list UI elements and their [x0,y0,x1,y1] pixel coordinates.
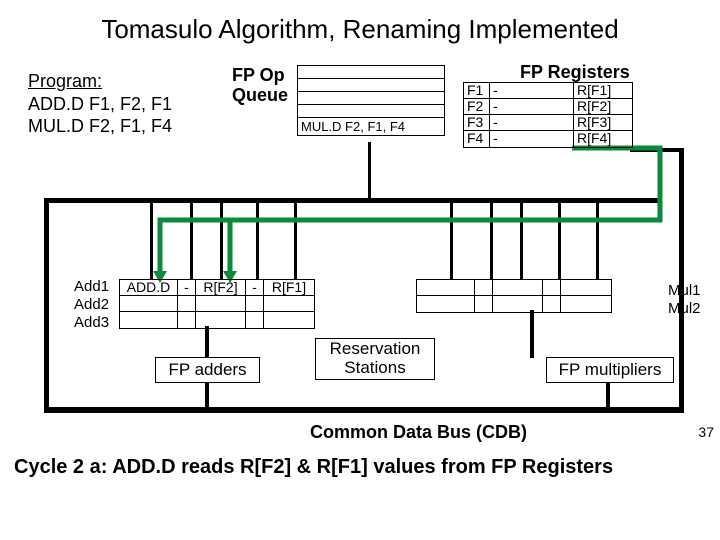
fpreg-name: F2 [464,99,490,115]
opqueue-row [298,92,444,105]
rs-val [493,296,543,312]
rs-tag [475,296,493,312]
fpreg-name: F1 [464,83,490,99]
opqueue-row [298,66,444,79]
opqueue-row [298,105,444,118]
rs-op [417,280,475,296]
rs-tag: - [178,280,196,296]
opqueue-label: FP Op Queue [232,66,288,106]
opqueue-row: MUL.D F2, F1, F4 [298,118,444,135]
cdb-label: Common Data Bus (CDB) [310,422,527,443]
fpreg-val: R[F1] [574,83,632,99]
rs-tag: - [246,280,264,296]
rs-label: Mul2 [668,300,701,318]
add-reservation-stations: ADD.D-R[F2]-R[F1] [119,279,315,329]
rs-op [120,296,178,312]
page-number: 37 [698,424,714,440]
cycle-caption: Cycle 2 a: ADD.D reads R[F2] & R[F1] val… [14,456,613,479]
rs-op [120,312,178,328]
fp-registers-table: F1-R[F1] F2-R[F2] F3-R[F3] F4-R[F4] [463,82,633,148]
rs-val [264,312,314,328]
program-header: Program: [28,70,172,93]
program-line: MUL.D F2, F1, F4 [28,115,172,138]
rs-tag [178,296,196,312]
rs-val [561,280,611,296]
slide-title: Tomasulo Algorithm, Renaming Implemented [0,0,720,55]
rs-val [264,296,314,312]
fp-adders-box: FP adders [155,357,260,383]
rs-val [561,296,611,312]
fpreg-tag: - [490,83,574,99]
fp-multipliers-box: FP multipliers [546,357,674,383]
reservation-stations-label: Reservation Stations [315,338,435,380]
rs-op: ADD.D [120,280,178,296]
fp-registers-title: FP Registers [520,62,630,83]
fp-op-queue: MUL.D F2, F1, F4 [297,65,445,136]
mul-reservation-stations [416,279,612,313]
rs-label: Add1 [74,278,109,296]
rs-tag [246,296,264,312]
fpreg-val: R[F4] [574,131,632,147]
program-line: ADD.D F1, F2, F1 [28,93,172,116]
rs-tag [178,312,196,328]
mul-rs-labels: Mul1 Mul2 [668,282,701,318]
rs-val [196,312,246,328]
rs-tag [543,296,561,312]
fpreg-val: R[F2] [574,99,632,115]
opqueue-row [298,79,444,92]
fpreg-name: F3 [464,115,490,131]
rs-val: R[F2] [196,280,246,296]
rs-tag [543,280,561,296]
rs-label: Add3 [74,314,109,332]
add-rs-labels: Add1 Add2 Add3 [74,278,109,332]
program-block: Program: ADD.D F1, F2, F1 MUL.D F2, F1, … [28,70,172,138]
rs-op [417,296,475,312]
fpreg-name: F4 [464,131,490,147]
fpreg-val: R[F3] [574,115,632,131]
fpreg-tag: - [490,115,574,131]
rs-val [493,280,543,296]
fpreg-tag: - [490,131,574,147]
rs-tag [246,312,264,328]
rs-label: Mul1 [668,282,701,300]
fpreg-tag: - [490,99,574,115]
rs-tag [475,280,493,296]
rs-val: R[F1] [264,280,314,296]
rs-label: Add2 [74,296,109,314]
rs-val [196,296,246,312]
